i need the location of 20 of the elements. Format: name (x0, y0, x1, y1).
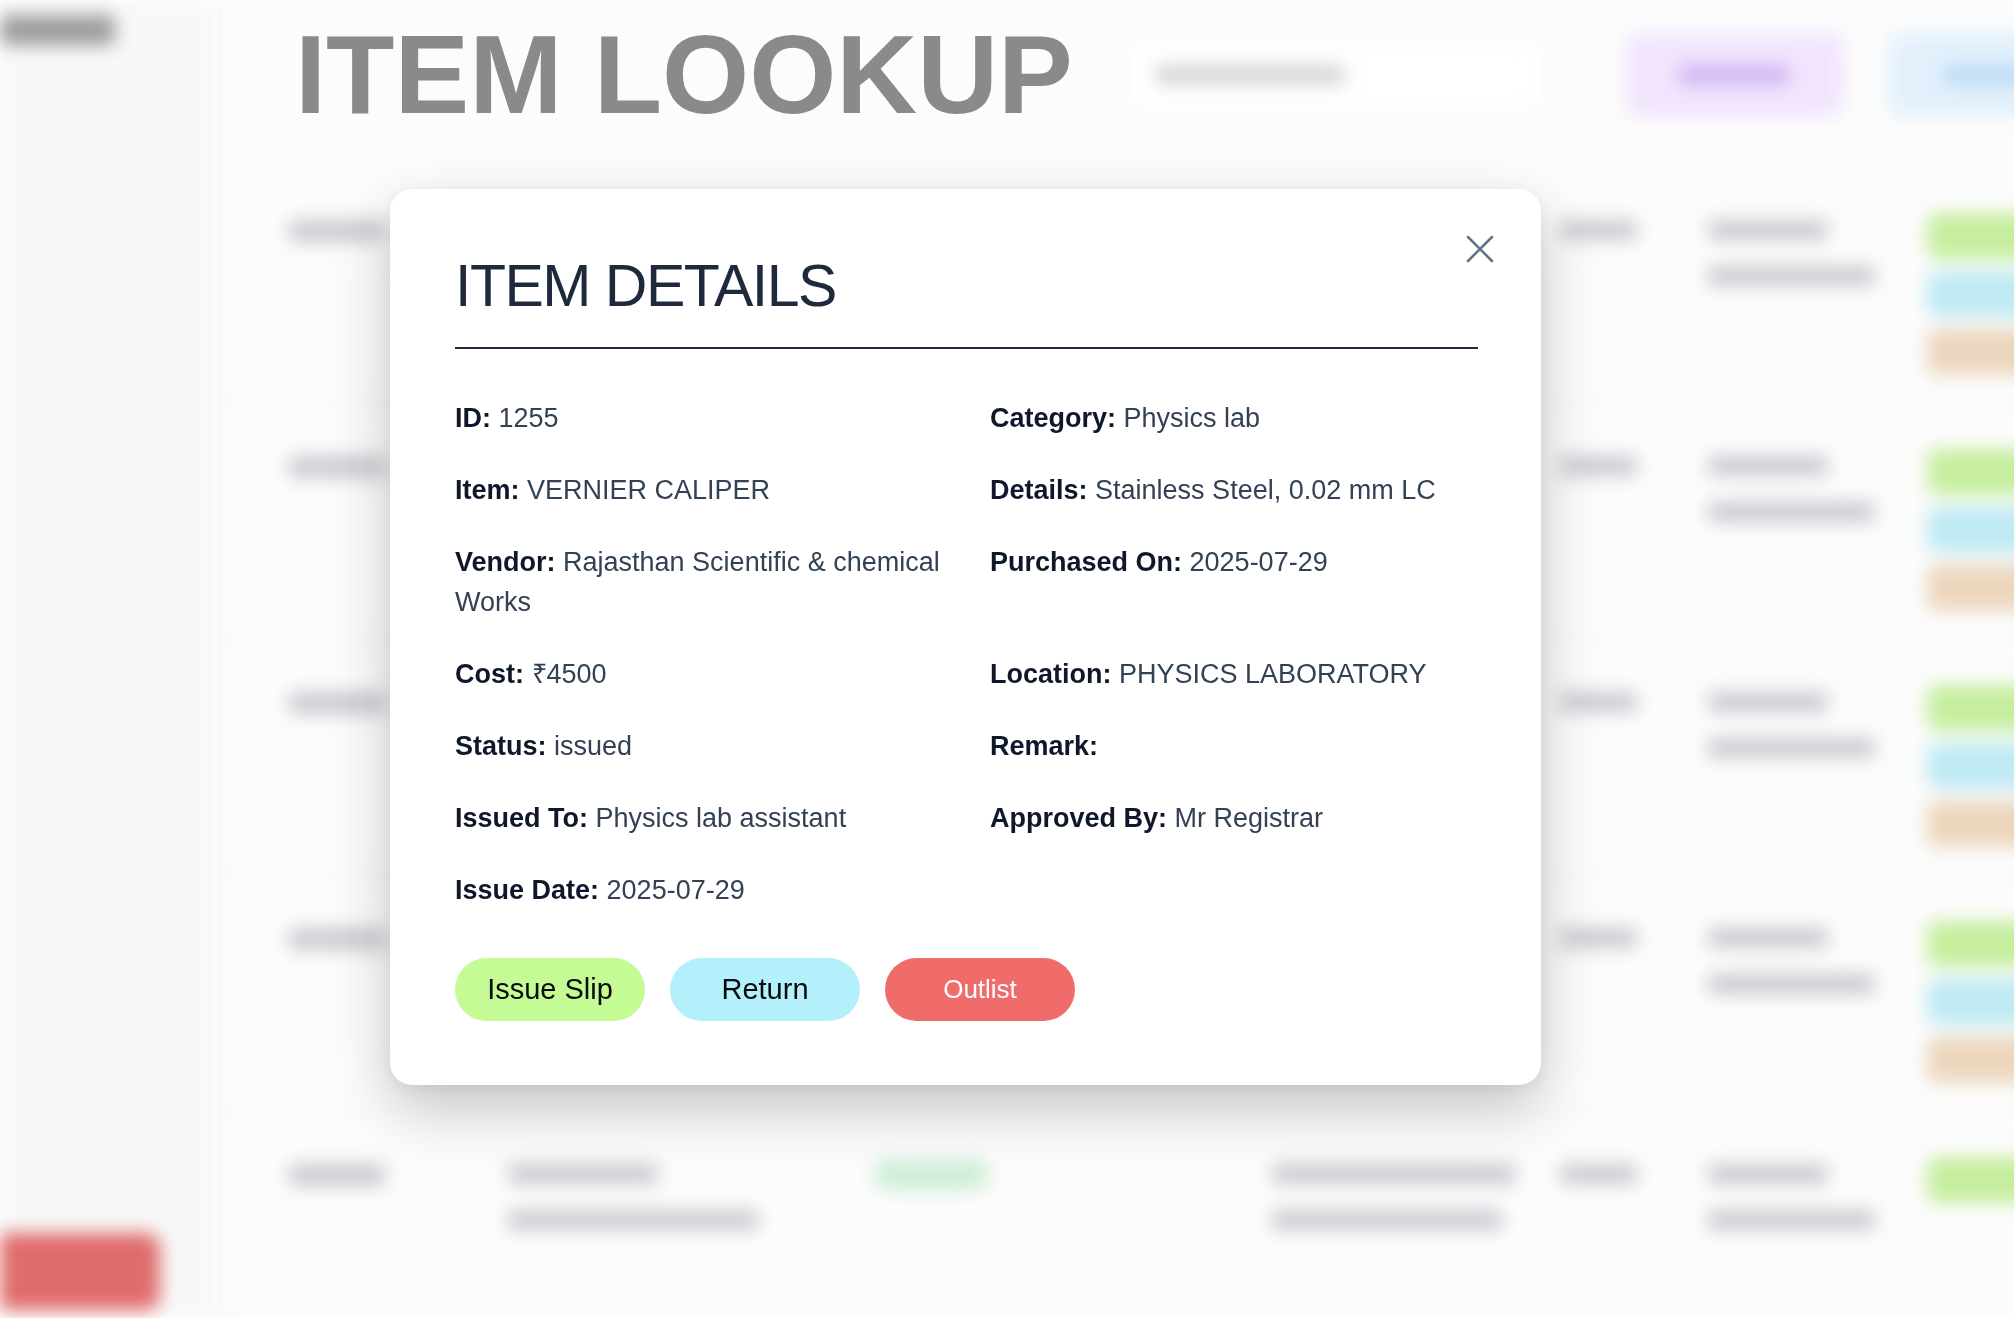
detail-text: Status: issued (455, 730, 634, 763)
page-title: ITEM LOOKUP (295, 19, 1073, 131)
detail-text: Issue Date: 2025-07-29 (455, 874, 746, 907)
detail-text: Purchased On: 2025-07-29 (990, 546, 1329, 579)
issue-button[interactable]: Issue Slip (455, 958, 645, 1021)
detail-text: Item: VERNIER CALIPER (455, 474, 772, 507)
close-button[interactable] (1465, 234, 1495, 264)
return-button[interactable]: Return (670, 958, 860, 1021)
detail-text: ID: 1255 (455, 402, 560, 435)
detail-text: Location: PHYSICS LABORATORY (990, 658, 1428, 691)
dialog-title: ITEM DETAILS (455, 252, 836, 321)
close-icon (1466, 235, 1494, 263)
blurred-button[interactable] (0, 1233, 160, 1310)
detail-text: Remark: (990, 730, 1100, 763)
detail-text: Issued To: Physics lab assistant (455, 802, 848, 835)
detail-text: Vendor: Rajasthan Scientific & chemical Works (455, 546, 941, 619)
detail-text: Details: Stainless Steel, 0.02 mm LC (990, 474, 1437, 507)
detail-text: Cost: ₹4500 (455, 658, 608, 691)
detail-text: Approved By: Mr Registrar (990, 802, 1325, 835)
detail-text: Category: Physics lab (990, 402, 1262, 435)
